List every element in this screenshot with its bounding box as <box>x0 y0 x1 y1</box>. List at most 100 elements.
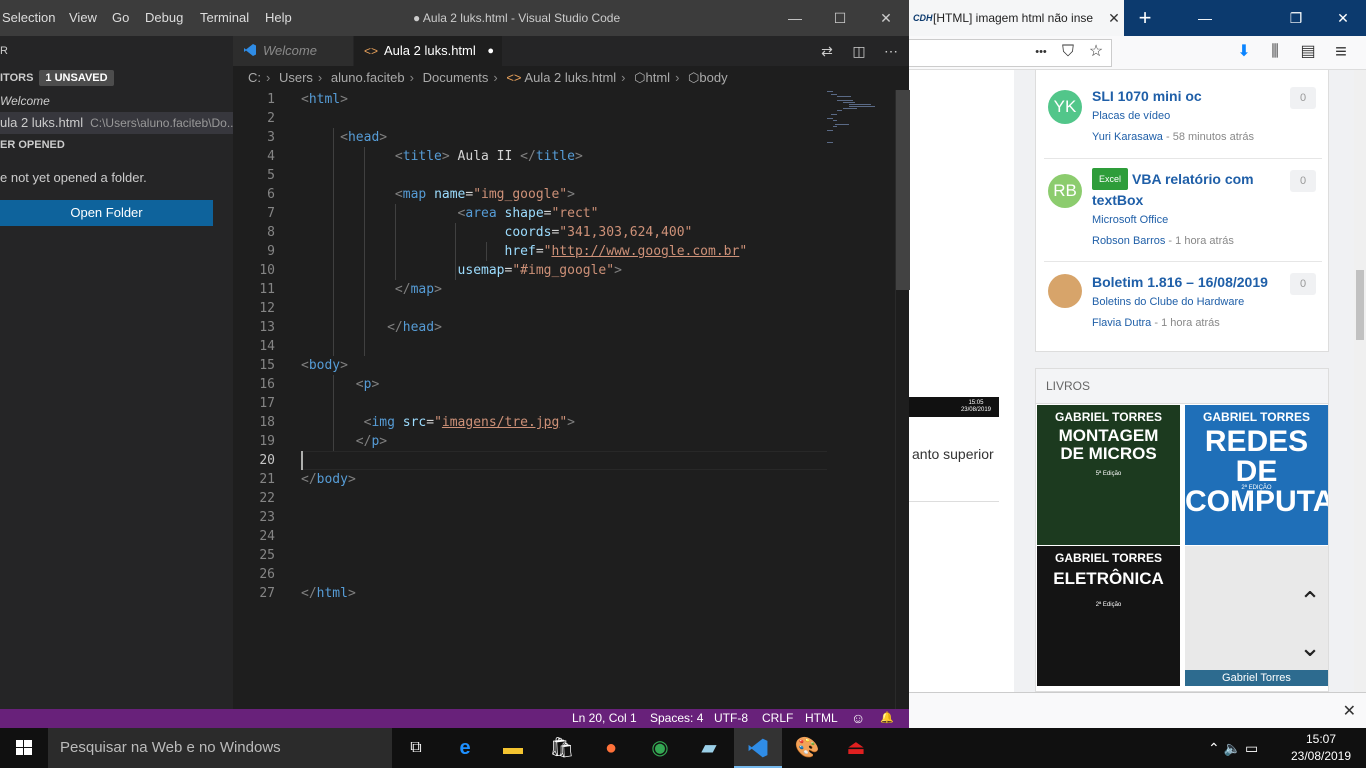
hamburger-menu-icon[interactable]: ≡ <box>1327 38 1355 66</box>
unsaved-dot-icon[interactable]: ● <box>487 36 494 66</box>
edge-icon[interactable]: e <box>441 728 489 768</box>
line-ending[interactable]: CRLF <box>762 709 793 728</box>
close-button[interactable]: ✕ <box>863 0 909 36</box>
more-actions-icon[interactable]: ⋯ <box>875 36 907 66</box>
vscode-icon <box>243 36 257 66</box>
tab-aula-2-luks[interactable]: <> Aula 2 luks.html ● <box>354 36 502 66</box>
taskbar-clock[interactable]: 15:07 23/08/2019 <box>1286 731 1356 765</box>
book-cover[interactable]: GABRIEL TORRES REDES DE COMPUTADORES 2ª … <box>1185 405 1328 545</box>
topic-title[interactable]: Excel VBA relatório com textBox <box>1092 168 1292 210</box>
topic-item[interactable]: RB Excel VBA relatório com textBox Micros… <box>1044 168 1322 248</box>
breadcrumb-item[interactable]: C: <box>248 70 261 85</box>
start-button[interactable] <box>0 728 48 768</box>
breadcrumb-item[interactable]: body <box>699 70 727 85</box>
menu-terminal[interactable]: Terminal <box>200 0 249 36</box>
vscode-window: Selection View Go Debug Terminal Help ● … <box>0 0 910 728</box>
acrobat-icon[interactable]: ⏏ <box>832 728 880 768</box>
browser-minimize-button[interactable]: — <box>1182 0 1228 36</box>
chrome-icon[interactable]: ◉ <box>636 728 684 768</box>
topic-title[interactable]: Boletim 1.816 – 16/08/2019 <box>1092 272 1292 292</box>
topic-meta: Yuri Karasawa - 58 minutos atrás <box>1092 131 1254 143</box>
breadcrumb-item[interactable]: Users <box>279 70 313 85</box>
firefox-icon[interactable]: ● <box>587 728 635 768</box>
browser-tab-title: [HTML] imagem html não inse <box>933 11 1094 25</box>
breadcrumb-item[interactable]: html <box>646 70 671 85</box>
topic-item[interactable]: YK SLI 1070 mini oc Placas de vídeo Yuri… <box>1044 86 1322 156</box>
minimize-button[interactable]: — <box>772 0 818 36</box>
code-line: <head> <box>340 130 388 145</box>
pocket-icon[interactable]: ⛉ <box>1054 38 1082 66</box>
no-folder-header[interactable]: ER OPENED <box>0 134 233 156</box>
recent-topics-card: YK SLI 1070 mini oc Placas de vídeo Yuri… <box>1035 70 1329 352</box>
tag-badge[interactable]: Excel <box>1092 168 1129 190</box>
text-cursor <box>301 451 303 470</box>
topic-author[interactable]: Flavia Dutra <box>1092 317 1151 329</box>
line-number: 20 <box>259 453 275 468</box>
menu-debug[interactable]: Debug <box>145 0 183 36</box>
breadcrumb-item[interactable]: Aula 2 luks.html <box>524 70 616 85</box>
bookmark-star-icon[interactable]: ☆ <box>1082 38 1110 66</box>
notifications-bell-icon[interactable]: 🔔 <box>880 709 894 728</box>
scrollbar-thumb[interactable] <box>1356 270 1364 340</box>
file-explorer-icon[interactable]: ▬ <box>489 728 537 768</box>
paint-icon[interactable]: 🎨 <box>783 728 831 768</box>
download-icon[interactable]: ⬇ <box>1230 38 1258 66</box>
open-editor-welcome[interactable]: Welcome <box>0 90 233 112</box>
open-editors-header[interactable]: ITORS 1 UNSAVED <box>0 67 233 89</box>
maximize-button[interactable]: ☐ <box>817 0 863 36</box>
encoding[interactable]: UTF-8 <box>714 709 748 728</box>
topic-category[interactable]: Boletins do Clube do Hardware <box>1092 296 1244 308</box>
open-folder-button[interactable]: Open Folder <box>0 200 213 226</box>
close-icon[interactable]: ✕ <box>1343 701 1356 721</box>
line-number: 19 <box>259 434 275 449</box>
book-edition: 5ª Edição <box>1095 471 1122 477</box>
browser-tab[interactable]: CDH [HTML] imagem html não inse ✕ <box>909 0 1124 36</box>
sidebar-icon[interactable]: ▤ <box>1294 38 1322 66</box>
topic-category[interactable]: Microsoft Office <box>1092 214 1168 226</box>
store-icon[interactable]: 🛍 <box>538 728 586 768</box>
scroll-down-icon[interactable]: ⌄ <box>1290 624 1330 670</box>
vscode-taskbar-icon[interactable] <box>734 728 782 768</box>
indentation[interactable]: Spaces: 4 <box>650 709 703 728</box>
page-actions-icon[interactable]: ••• <box>1027 38 1055 66</box>
browser-restore-button[interactable]: ❐ <box>1273 0 1319 36</box>
breadcrumb-item[interactable]: aluno.faciteb <box>331 70 405 85</box>
topic-title[interactable]: SLI 1070 mini oc <box>1092 86 1292 106</box>
open-changes-icon[interactable]: ⇄ <box>811 36 843 66</box>
menu-view[interactable]: View <box>69 0 97 36</box>
new-tab-button[interactable]: + <box>1131 4 1159 32</box>
topic-author[interactable]: Yuri Karasawa <box>1092 131 1163 143</box>
feedback-smiley-icon[interactable]: ☺ <box>851 709 865 728</box>
editor-scrollbar[interactable] <box>895 90 910 709</box>
line-number: 21 <box>259 472 275 487</box>
library-icon[interactable]: ⫼ <box>1261 38 1289 66</box>
task-view-icon[interactable]: ⧉ <box>392 728 440 768</box>
topic-category[interactable]: Placas de vídeo <box>1092 110 1170 122</box>
book-edition: 2ª Edição <box>1095 602 1122 608</box>
notepad-icon[interactable]: ▰ <box>685 728 733 768</box>
breadcrumb-item[interactable]: Documents <box>423 70 489 85</box>
scrollbar-thumb[interactable] <box>896 90 910 290</box>
tab-welcome[interactable]: Welcome <box>233 36 353 66</box>
book-cover[interactable]: GABRIEL TORRES ELETRÔNICA 2ª Edição <box>1037 546 1180 686</box>
scroll-up-icon[interactable]: ⌃ <box>1290 578 1330 624</box>
taskbar-search[interactable]: Pesquisar na Web e no Windows <box>48 728 392 768</box>
open-editor-file[interactable]: ula 2 luks.html C:\Users\aluno.faciteb\Do… <box>0 112 233 134</box>
minimap[interactable] <box>827 90 895 709</box>
language-mode[interactable]: HTML <box>805 709 838 728</box>
menu-go[interactable]: Go <box>112 0 129 36</box>
page-scrollbar[interactable] <box>1354 70 1366 692</box>
cursor-position[interactable]: Ln 20, Col 1 <box>572 709 637 728</box>
system-tray[interactable]: ⌃ 🔈 ▭ <box>1208 728 1288 768</box>
menu-selection[interactable]: Selection <box>2 0 55 36</box>
book-cover[interactable]: GABRIEL TORRES MONTAGEM DE MICROS 5ª Edi… <box>1037 405 1180 545</box>
menu-help[interactable]: Help <box>265 0 292 36</box>
topic-item[interactable]: Boletim 1.816 – 16/08/2019 Boletins do C… <box>1044 272 1322 334</box>
code-editor[interactable]: 1 2 3 4 5 6 7 8 9 10 11 12 13 14 15 16 17 18 19 20 21 22 23 24 2… <box>233 90 910 709</box>
browser-close-button[interactable]: ✕ <box>1320 0 1366 36</box>
html-icon: <> <box>364 44 379 58</box>
topic-author[interactable]: Robson Barros <box>1092 235 1165 247</box>
split-editor-icon[interactable]: ◫ <box>843 36 875 66</box>
line-number: 13 <box>259 320 275 335</box>
tab-close-icon[interactable]: ✕ <box>1104 10 1124 27</box>
